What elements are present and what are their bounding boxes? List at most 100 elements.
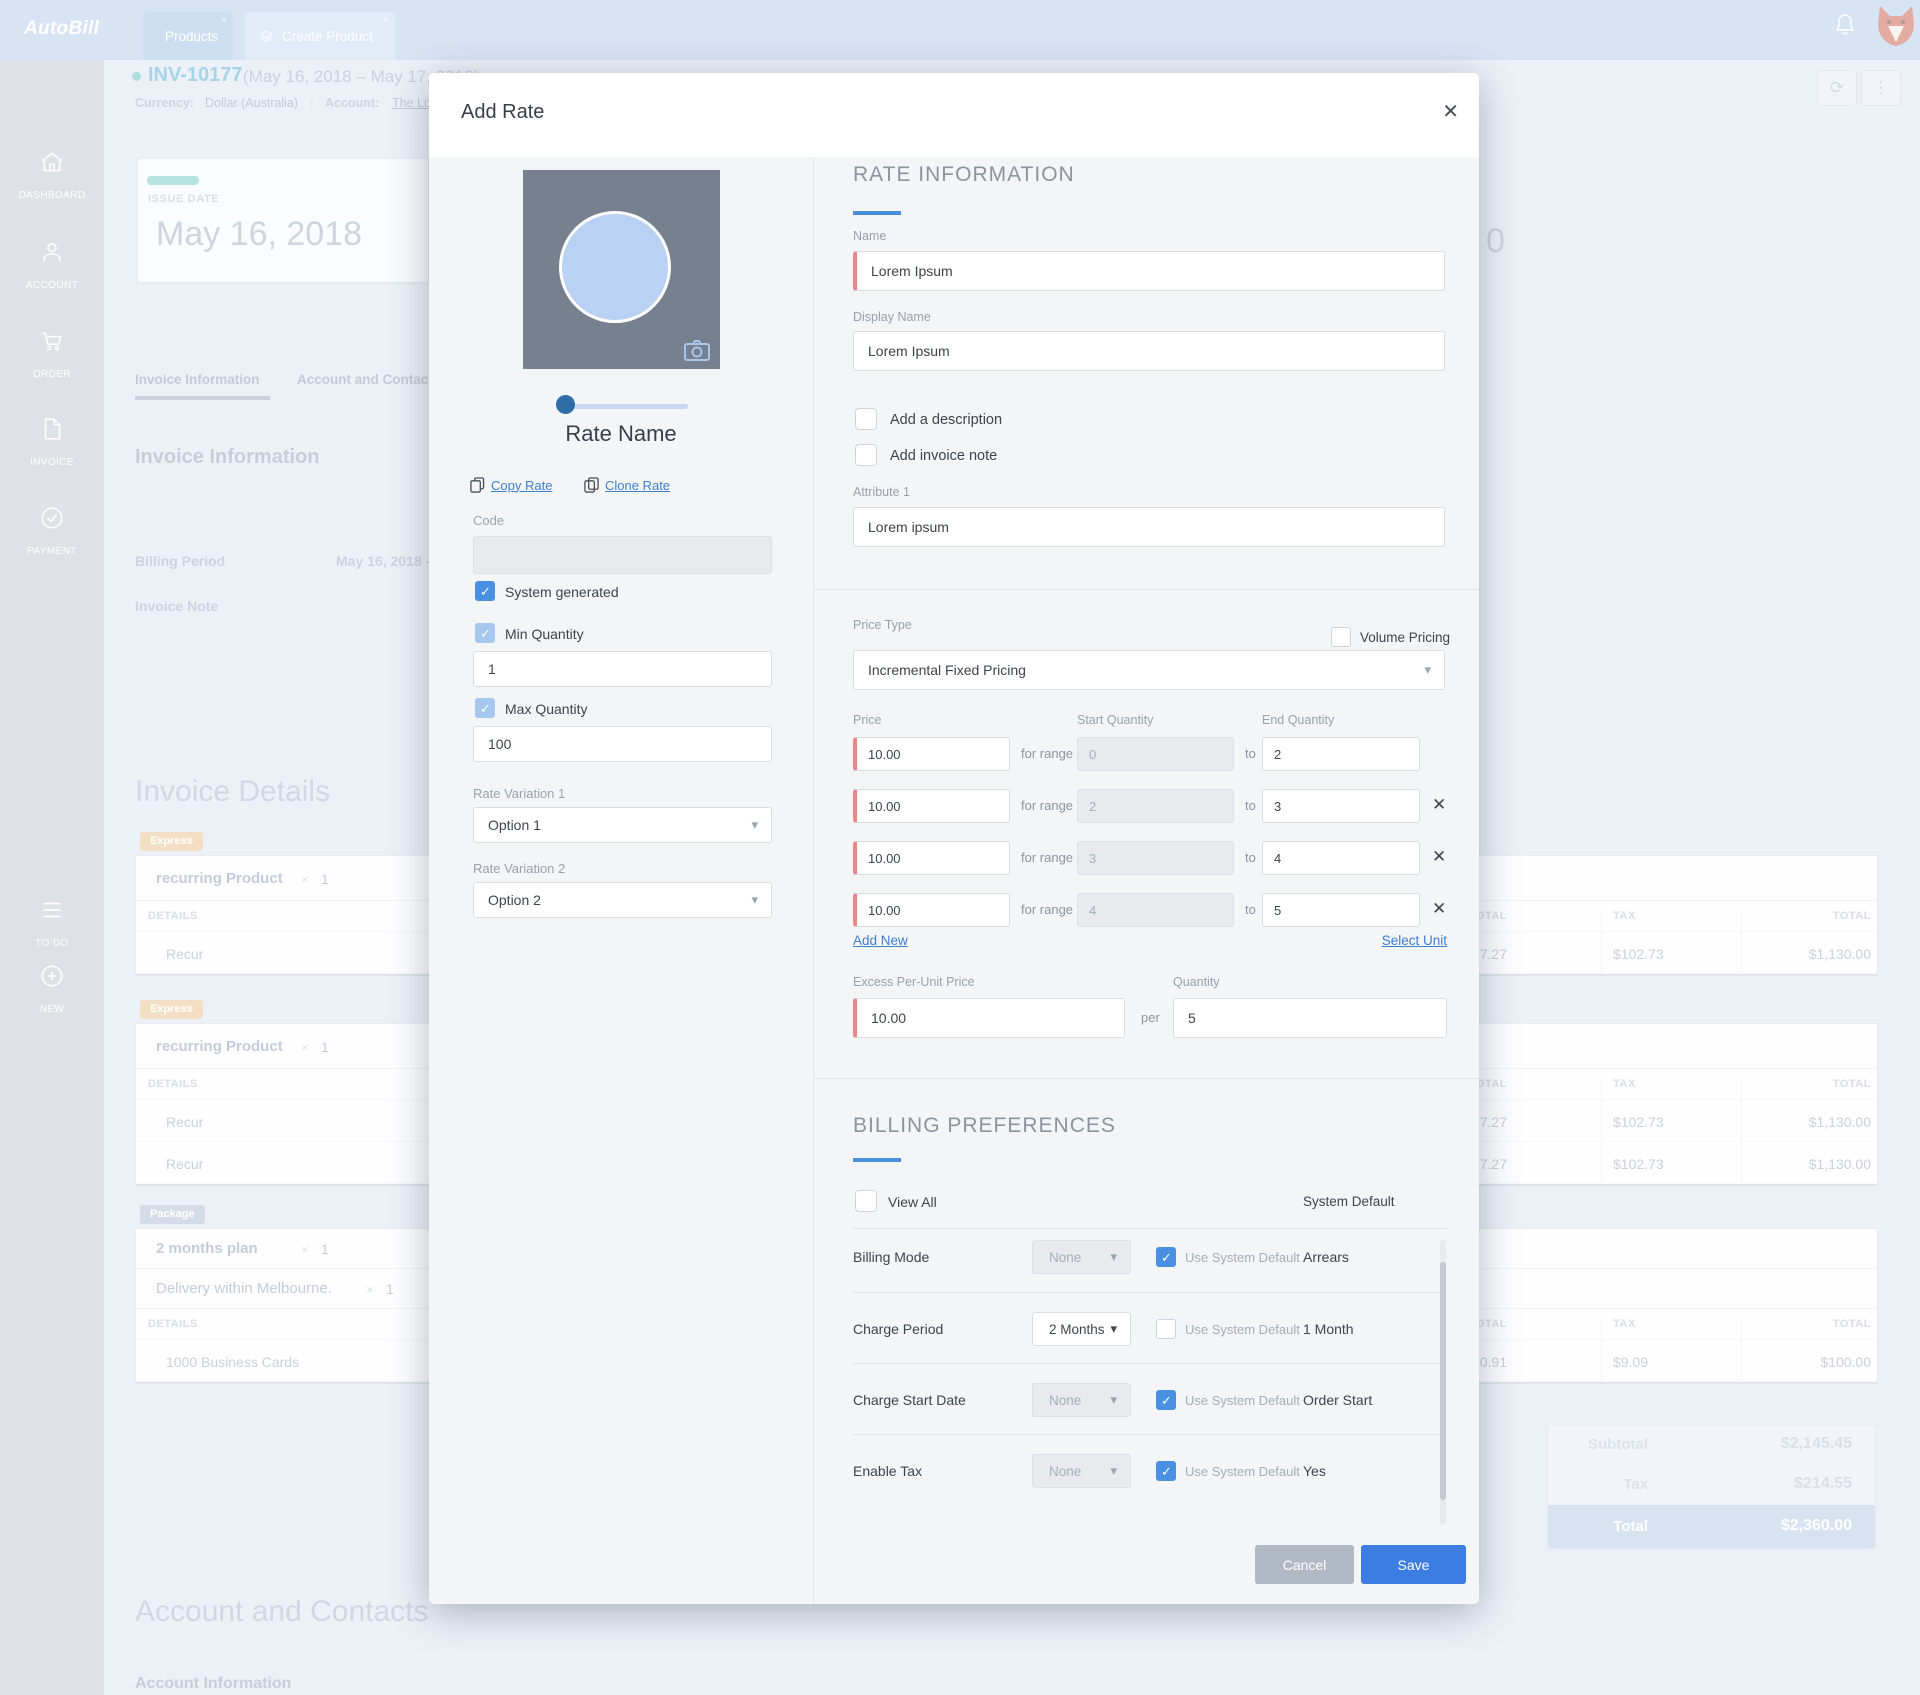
sidebar-item-payment[interactable]: PAYMENT <box>0 546 104 557</box>
refresh-button[interactable]: ⟳ <box>1817 70 1857 106</box>
sidebar-item-new[interactable]: NEW <box>0 1004 104 1015</box>
image-zoom-slider[interactable] <box>565 404 688 409</box>
app-logo: AutoBill <box>24 18 100 39</box>
sidebar-item-account[interactable]: ACCOUNT <box>0 280 104 291</box>
more-options-button[interactable]: ⋮ <box>1861 70 1901 106</box>
code-input <box>473 536 772 574</box>
tab-account-and-contacts[interactable]: Account and Contacts <box>297 372 440 387</box>
rate-image-placeholder[interactable] <box>523 170 720 369</box>
subtotal-row: Subtotal $2,145.45 <box>1548 1425 1875 1465</box>
view-all-checkbox[interactable] <box>855 1190 877 1212</box>
add-invoice-note-checkbox[interactable] <box>855 444 877 466</box>
price-input[interactable]: 10.00 <box>853 841 1010 875</box>
scrollbar-thumb[interactable] <box>1440 1262 1446 1500</box>
excess-per-unit-price-input[interactable]: 10.00 <box>853 998 1125 1038</box>
avatar-fox[interactable] <box>1874 2 1918 48</box>
end-quantity-input[interactable]: 4 <box>1262 841 1420 875</box>
add-description-checkbox[interactable] <box>855 408 877 430</box>
charge-period-select[interactable]: 2 Months ▾ <box>1032 1312 1131 1346</box>
modal-title: Add Rate <box>461 101 545 123</box>
close-icon[interactable]: ✕ <box>1442 99 1459 124</box>
sidebar-item-invoice[interactable]: INVOICE <box>0 457 104 468</box>
select-unit-link[interactable]: Select Unit <box>1359 933 1447 948</box>
max-quantity-input[interactable]: 100 <box>473 726 772 762</box>
use-system-default-checkbox[interactable] <box>1156 1461 1176 1481</box>
tab-products[interactable]: Products × <box>143 12 233 60</box>
to-text: to <box>1245 850 1256 865</box>
save-button[interactable]: Save <box>1361 1545 1466 1584</box>
group-subtitle: Delivery within Melbourne. <box>156 1280 332 1297</box>
currency-label: Currency: <box>135 96 195 110</box>
slider-handle[interactable] <box>556 395 575 414</box>
min-quantity-checkbox[interactable] <box>475 623 495 643</box>
clone-rate-link[interactable]: Clone Rate <box>584 477 670 493</box>
rate-variation-1-select[interactable]: Option 1 ▾ <box>473 807 772 843</box>
end-quantity-input[interactable]: 3 <box>1262 789 1420 823</box>
rate-variation-1-label: Rate Variation 1 <box>473 786 566 801</box>
use-system-default-checkbox[interactable] <box>1156 1390 1176 1410</box>
section-underline <box>853 1158 901 1162</box>
sidebar-item-dashboard[interactable]: DASHBOARD <box>0 190 104 201</box>
use-system-default-checkbox[interactable] <box>1156 1247 1176 1267</box>
name-input[interactable]: Lorem Ipsum <box>853 251 1445 291</box>
sidebar-item-order[interactable]: ORDER <box>0 369 104 380</box>
refresh-icon: ⟳ <box>1829 78 1845 97</box>
bell-icon[interactable] <box>1835 13 1855 37</box>
rate-variation-1-value: Option 1 <box>488 817 541 833</box>
tab-create-product[interactable]: Create Product × <box>245 12 395 60</box>
row-tax: $102.73 <box>1601 932 1664 973</box>
use-system-default-checkbox[interactable] <box>1156 1319 1176 1339</box>
price-type-select[interactable]: Incremental Fixed Pricing ▾ <box>853 650 1445 690</box>
price-input[interactable]: 10.00 <box>853 737 1010 771</box>
row-name: Recur <box>166 1114 204 1130</box>
enable-tax-select: None ▾ <box>1032 1454 1131 1488</box>
times-icon: × <box>366 1282 374 1297</box>
remove-row-icon[interactable]: ✕ <box>1432 899 1446 919</box>
remove-row-icon[interactable]: ✕ <box>1432 847 1446 867</box>
copy-rate-link[interactable]: Copy Rate <box>470 477 552 493</box>
add-new-link[interactable]: Add New <box>853 933 908 948</box>
row-name: Recur <box>166 1156 204 1172</box>
attribute-1-input[interactable]: Lorem ipsum <box>853 507 1445 547</box>
billing-mode-select: None ▾ <box>1032 1240 1131 1274</box>
clone-icon <box>584 477 599 493</box>
total-value: $2,360.00 <box>1780 1517 1852 1534</box>
end-quantity-input[interactable]: 2 <box>1262 737 1420 771</box>
check-circle-icon <box>41 507 63 529</box>
system-generated-checkbox[interactable] <box>475 581 495 601</box>
max-quantity-checkbox[interactable] <box>475 698 495 718</box>
invoice-number[interactable]: INV-10177 <box>148 64 243 87</box>
background-digit: 0 <box>1486 222 1505 260</box>
remove-row-icon[interactable]: ✕ <box>1432 795 1446 815</box>
min-quantity-input[interactable]: 1 <box>473 651 772 687</box>
quantity-input[interactable]: 5 <box>1173 998 1447 1038</box>
tab-products-label: Products <box>165 28 219 44</box>
camera-icon[interactable] <box>684 340 710 361</box>
tab-close-icon[interactable]: × <box>221 14 227 26</box>
display-name-input[interactable]: Lorem Ipsum <box>853 331 1445 371</box>
tab-close-icon[interactable]: × <box>383 14 389 26</box>
sidebar-item-todo[interactable]: TO DO <box>0 938 104 949</box>
rate-variation-2-select[interactable]: Option 2 ▾ <box>473 882 772 918</box>
system-default-value: 1 Month <box>1303 1321 1354 1337</box>
enable-tax-label: Enable Tax <box>853 1463 923 1479</box>
kebab-icon: ⋮ <box>1872 78 1890 97</box>
teal-pill <box>147 176 199 185</box>
to-text: to <box>1245 746 1256 761</box>
price-input[interactable]: 10.00 <box>853 893 1010 927</box>
view-all-label: View All <box>888 1194 937 1210</box>
row-total: $1,130.00 <box>1741 1142 1871 1183</box>
end-quantity-input[interactable]: 5 <box>1262 893 1420 927</box>
cancel-button[interactable]: Cancel <box>1255 1545 1354 1584</box>
row-divider <box>853 1228 1447 1229</box>
copy-icon <box>470 477 485 493</box>
use-system-default-label: Use System Default <box>1185 1250 1300 1265</box>
price-input[interactable]: 10.00 <box>853 789 1010 823</box>
tab-invoice-information[interactable]: Invoice Information <box>135 372 260 387</box>
clone-rate-label: Clone Rate <box>605 477 671 493</box>
for-range-text: for range <box>1021 746 1074 761</box>
billing-preferences-heading: BILLING PREFERENCES <box>853 1114 1116 1137</box>
system-default-value: Yes <box>1303 1463 1326 1479</box>
currency-value: Dollar (Australia) <box>205 96 299 110</box>
volume-pricing-checkbox[interactable] <box>1331 627 1351 647</box>
